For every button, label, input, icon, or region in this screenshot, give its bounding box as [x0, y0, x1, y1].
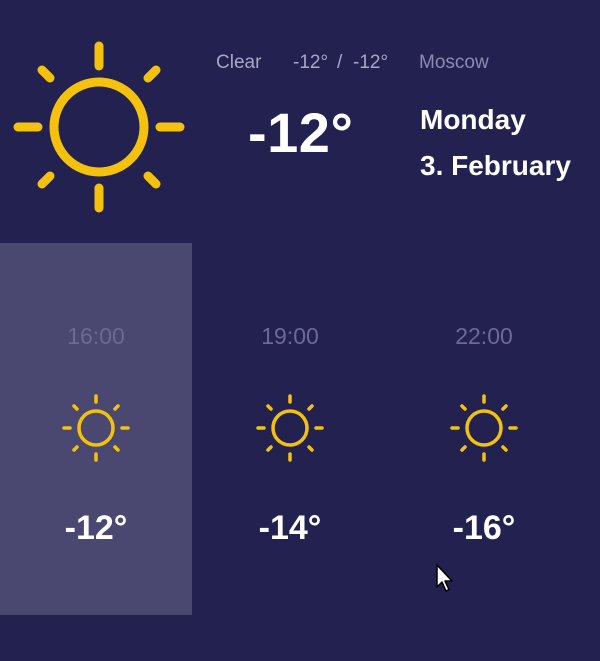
temp-high: -12° [293, 52, 329, 73]
forecast-time: 16:00 [67, 323, 125, 349]
condition-label: Clear [216, 52, 262, 73]
mouse-cursor-icon [436, 564, 453, 592]
temp-separator: / [337, 52, 343, 73]
sun-icon [62, 394, 130, 462]
forecast-slot[interactable]: 22:00 -16° [388, 243, 580, 615]
forecast-temperature: -16° [452, 509, 516, 547]
sun-icon [256, 394, 324, 462]
date-label: 3. February [420, 150, 571, 181]
forecast-temperature: -12° [64, 509, 128, 547]
sun-icon [450, 394, 518, 462]
sun-icon [13, 41, 185, 213]
current-temperature: -12° [248, 101, 354, 164]
day-label: Monday [420, 104, 526, 135]
forecast-temperature: -14° [258, 509, 322, 547]
forecast-slot[interactable]: 16:00 -12° [0, 243, 192, 615]
forecast-slot[interactable]: 19:00 -14° [194, 243, 386, 615]
temp-low: -12° [353, 52, 389, 73]
hourly-forecast: 16:00 -12° 19:00 -14° 22:00 -16° [0, 243, 600, 615]
forecast-time: 22:00 [455, 323, 513, 349]
city-label: Moscow [419, 52, 489, 73]
forecast-time: 19:00 [261, 323, 319, 349]
weather-summary: Clear -12° / -12° Moscow [216, 52, 596, 76]
